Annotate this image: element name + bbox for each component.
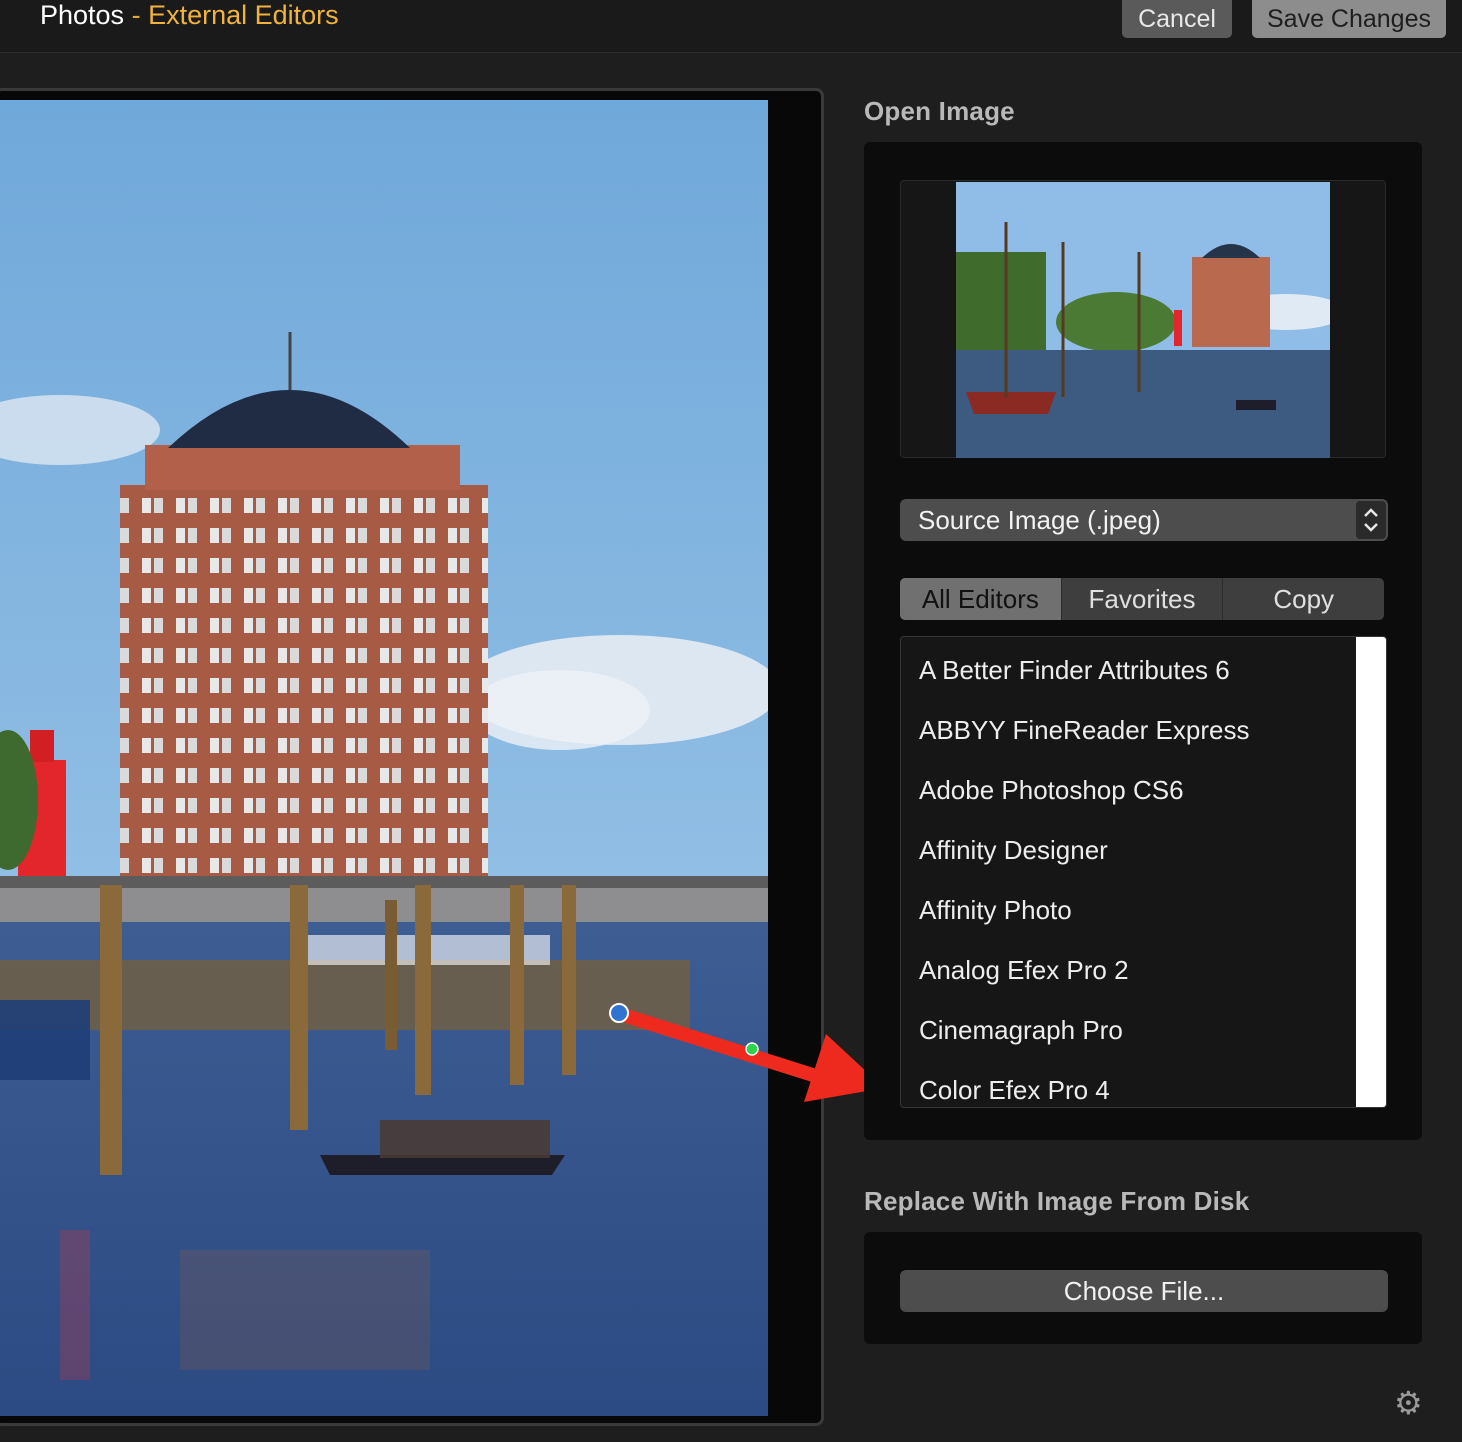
list-item[interactable]: Color Efex Pro 4 bbox=[919, 1075, 1110, 1106]
top-bar: Photos - External Editors Cancel Save Ch… bbox=[0, 0, 1462, 53]
list-scrollbar[interactable] bbox=[1356, 637, 1386, 1107]
tab-copy[interactable]: Copy bbox=[1223, 578, 1384, 620]
open-image-heading: Open Image bbox=[864, 96, 1015, 126]
section-name: External Editors bbox=[148, 0, 339, 30]
list-item[interactable]: Analog Efex Pro 2 bbox=[919, 955, 1129, 986]
list-item[interactable]: Affinity Designer bbox=[919, 835, 1108, 866]
save-changes-button[interactable]: Save Changes bbox=[1252, 0, 1446, 38]
window-title: Photos - External Editors bbox=[40, 0, 339, 30]
gear-icon[interactable]: ⚙ bbox=[1394, 1384, 1423, 1422]
tower-top bbox=[145, 445, 460, 490]
tab-all-editors[interactable]: All Editors bbox=[900, 578, 1062, 620]
piling bbox=[562, 885, 576, 1075]
tab-favorites[interactable]: Favorites bbox=[1061, 578, 1224, 620]
cloud bbox=[470, 670, 650, 750]
list-item[interactable]: Affinity Photo bbox=[919, 895, 1072, 926]
cancel-button[interactable]: Cancel bbox=[1122, 0, 1232, 38]
brick-tower bbox=[120, 485, 488, 885]
piling bbox=[415, 885, 431, 1095]
image-thumbnail bbox=[956, 182, 1330, 458]
source-select-value: Source Image (.jpeg) bbox=[918, 505, 1161, 535]
select-stepper[interactable] bbox=[1356, 501, 1386, 539]
choose-file-button[interactable]: Choose File... bbox=[900, 1270, 1388, 1312]
editor-list[interactable]: A Better Finder Attributes 6 ABBYY FineR… bbox=[900, 636, 1387, 1108]
boat bbox=[0, 1000, 90, 1080]
list-item[interactable]: ABBYY FineReader Express bbox=[919, 715, 1249, 746]
up-down-chevron-icon bbox=[1364, 508, 1378, 532]
replace-heading: Replace With Image From Disk bbox=[864, 1186, 1250, 1216]
app-name: Photos bbox=[40, 0, 125, 30]
editor-filter-tabs: All Editors Favorites Copy bbox=[900, 578, 1384, 620]
list-item[interactable]: Cinemagraph Pro bbox=[919, 1015, 1123, 1046]
photo-canvas bbox=[0, 100, 768, 1416]
piling bbox=[100, 885, 122, 1175]
piling bbox=[290, 885, 308, 1130]
title-separator: - bbox=[131, 0, 141, 30]
list-item[interactable]: Adobe Photoshop CS6 bbox=[919, 775, 1184, 806]
list-item[interactable]: A Better Finder Attributes 6 bbox=[919, 655, 1230, 686]
piling bbox=[510, 885, 524, 1085]
source-image-select[interactable]: Source Image (.jpeg) bbox=[900, 499, 1388, 541]
